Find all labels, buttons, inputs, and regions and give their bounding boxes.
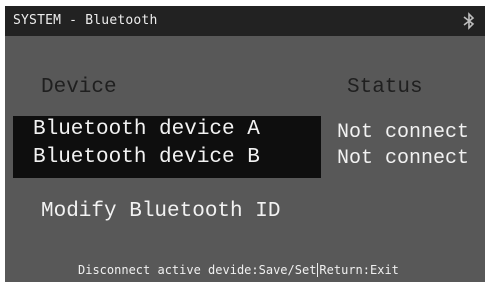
- modify-bluetooth-id-item[interactable]: Modify Bluetooth ID: [41, 200, 280, 223]
- device-a-status: Not connect: [337, 121, 470, 144]
- title-bar: SYSTEM - Bluetooth: [5, 6, 485, 36]
- device-column-header: Device: [41, 76, 117, 99]
- device-item-b[interactable]: Bluetooth device B: [33, 146, 260, 169]
- footer-hint-left: Disconnect active devide:Save/Set: [78, 263, 317, 277]
- bluetooth-settings-screen: SYSTEM - Bluetooth Device Status Bluetoo…: [5, 6, 485, 282]
- screen-title: SYSTEM - Bluetooth: [13, 13, 158, 28]
- footer-hint-right: Return:Exit: [319, 263, 399, 277]
- device-b-status: Not connect: [337, 147, 470, 170]
- footer-hint: Disconnect active devide:Save/Set Return:…: [78, 263, 399, 277]
- status-column-header: Status: [347, 76, 423, 99]
- bluetooth-icon: [463, 12, 475, 30]
- device-item-a[interactable]: Bluetooth device A: [33, 118, 260, 141]
